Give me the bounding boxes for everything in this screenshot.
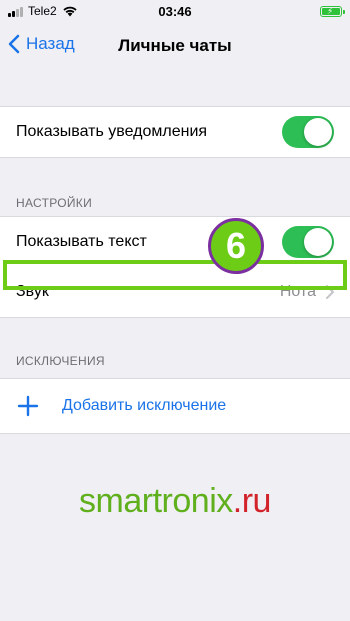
show-text-toggle[interactable] bbox=[282, 226, 334, 258]
watermark-text: smartronix bbox=[79, 482, 233, 520]
add-exception-button[interactable]: Добавить исключение bbox=[0, 379, 350, 433]
show-notifications-row: Показывать уведомления bbox=[0, 107, 350, 157]
watermark-logo: smartronix.ru bbox=[0, 482, 350, 521]
add-exception-label: Добавить исключение bbox=[62, 397, 227, 414]
plus-icon bbox=[17, 395, 39, 417]
watermark-domain: .ru bbox=[232, 482, 272, 520]
show-text-row: Показывать текст bbox=[0, 217, 350, 267]
chevron-right-icon bbox=[326, 285, 334, 299]
back-button[interactable]: Назад bbox=[8, 34, 75, 54]
sound-row[interactable]: Звук Нота bbox=[0, 267, 350, 317]
toggle-knob bbox=[304, 228, 332, 256]
sound-value: Нота bbox=[279, 283, 316, 300]
carrier-name: Tele2 bbox=[28, 4, 57, 18]
show-text-label: Показывать текст bbox=[16, 233, 147, 250]
sound-label: Звук bbox=[16, 283, 49, 300]
chevron-left-icon bbox=[8, 34, 20, 54]
battery-charging-icon: ⚡ bbox=[320, 5, 345, 17]
step-badge: 6 bbox=[208, 218, 264, 274]
toggle-knob bbox=[304, 118, 332, 146]
status-left: Tele2 bbox=[8, 4, 78, 18]
signal-icon bbox=[8, 6, 23, 17]
wifi-icon bbox=[63, 6, 77, 17]
settings-section-header: НАСТРОЙКИ bbox=[16, 196, 93, 210]
status-bar: Tele2 03:46 ⚡ bbox=[0, 0, 350, 22]
navigation-bar: Назад Личные чаты bbox=[0, 22, 350, 70]
show-notifications-toggle[interactable] bbox=[282, 116, 334, 148]
settings-group: Показывать текст Звук Нота bbox=[0, 216, 350, 318]
notifications-group: Показывать уведомления bbox=[0, 106, 350, 158]
show-notifications-label: Показывать уведомления bbox=[16, 123, 208, 140]
exceptions-group: Добавить исключение bbox=[0, 378, 350, 434]
exceptions-section-header: ИСКЛЮЧЕНИЯ bbox=[16, 354, 105, 368]
back-button-label: Назад bbox=[26, 34, 75, 53]
